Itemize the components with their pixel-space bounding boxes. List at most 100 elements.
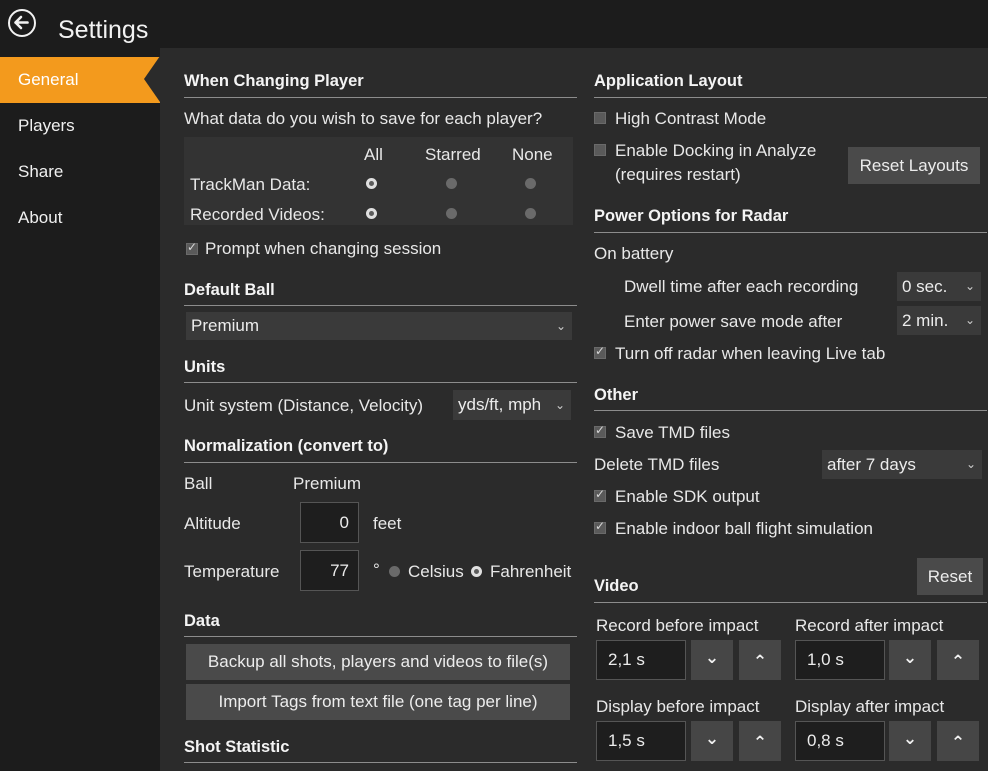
radio-celsius[interactable] — [389, 566, 400, 577]
sidebar-item-about[interactable]: About — [0, 195, 160, 241]
norm-ball-label: Ball — [184, 474, 213, 493]
sidebar-item-general[interactable]: General — [0, 57, 160, 103]
column-header-all: All — [364, 145, 383, 164]
prompt-session-checkbox[interactable] — [186, 240, 198, 255]
record-after-up-button[interactable]: ⌃ — [937, 640, 979, 680]
section-heading-shot-statistic: Shot Statistic — [184, 738, 290, 756]
chevron-down-icon: ⌄ — [964, 313, 975, 327]
turn-off-radar-label: Turn off radar when leaving Live tab — [615, 344, 886, 363]
settings-content: When Changing Player What data do you wi… — [144, 48, 988, 771]
fahrenheit-label: Fahrenheit — [490, 562, 572, 581]
import-tags-button[interactable]: Import Tags from text file (one tag per … — [186, 684, 570, 720]
radio-trackman-all[interactable] — [366, 178, 377, 189]
column-header-starred: Starred — [425, 145, 481, 164]
dwell-time-value: 0 sec. — [902, 277, 948, 296]
record-before-up-button[interactable]: ⌃ — [739, 640, 781, 680]
radio-videos-all[interactable] — [366, 208, 377, 219]
docking-label: Enable Docking in Analyze — [615, 141, 817, 160]
prompt-session-label: Prompt when changing session — [205, 239, 442, 258]
chevron-down-icon: ⌄ — [964, 279, 975, 293]
section-heading-other: Other — [594, 386, 639, 404]
divider — [184, 462, 577, 463]
altitude-label: Altitude — [184, 514, 241, 533]
dwell-time-label: Dwell time after each recording — [624, 277, 859, 296]
reset-button[interactable]: Reset — [917, 558, 983, 595]
row-label-trackman: TrackMan Data: — [190, 175, 311, 194]
turn-off-radar-checkbox[interactable] — [594, 344, 606, 359]
radio-videos-none[interactable] — [525, 208, 536, 219]
save-data-question: What data do you wish to save for each p… — [184, 109, 543, 128]
save-tmd-label: Save TMD files — [615, 423, 730, 442]
sidebar: General Players Share About — [0, 48, 160, 771]
display-before-down-button[interactable]: ⌄ — [691, 721, 733, 761]
docking-checkbox[interactable] — [594, 144, 606, 156]
display-after-label: Display after impact — [795, 697, 945, 716]
power-save-dropdown[interactable]: 2 min. ⌄ — [897, 306, 981, 335]
reset-layouts-button[interactable]: Reset Layouts — [848, 147, 980, 184]
unit-system-value: yds/ft, mph — [458, 395, 542, 414]
save-tmd-checkbox[interactable] — [594, 423, 606, 438]
section-heading-power: Power Options for Radar — [594, 207, 789, 225]
display-before-up-button[interactable]: ⌃ — [739, 721, 781, 761]
row-label-videos: Recorded Videos: — [190, 205, 325, 224]
temperature-input[interactable]: 77 — [300, 550, 359, 591]
divider — [184, 762, 577, 763]
record-after-value[interactable]: 1,0 s — [795, 640, 885, 680]
display-before-value[interactable]: 1,5 s — [596, 721, 686, 761]
display-before-label: Display before impact — [596, 697, 760, 716]
degree-symbol: ° — [373, 560, 380, 579]
section-heading-video: Video — [594, 577, 639, 595]
display-after-up-button[interactable]: ⌃ — [937, 721, 979, 761]
delete-tmd-label: Delete TMD files — [594, 455, 720, 474]
default-ball-dropdown[interactable]: Premium ⌄ — [186, 312, 572, 340]
docking-restart-note: (requires restart) — [615, 165, 741, 184]
section-heading-normalization: Normalization (convert to) — [184, 437, 389, 455]
record-after-label: Record after impact — [795, 616, 944, 635]
radio-trackman-none[interactable] — [525, 178, 536, 189]
radio-trackman-starred[interactable] — [446, 178, 457, 189]
title-bar: Settings — [0, 0, 988, 48]
back-arrow-icon[interactable] — [8, 9, 36, 37]
delete-tmd-dropdown[interactable]: after 7 days ⌄ — [822, 450, 982, 479]
sidebar-item-share[interactable]: Share — [0, 149, 160, 195]
active-indicator — [144, 56, 160, 102]
default-ball-value: Premium — [191, 316, 260, 335]
record-before-down-button[interactable]: ⌄ — [691, 640, 733, 680]
divider — [184, 636, 577, 637]
high-contrast-checkbox[interactable] — [594, 112, 606, 124]
display-after-down-button[interactable]: ⌄ — [889, 721, 931, 761]
sdk-output-checkbox[interactable] — [594, 487, 606, 502]
altitude-unit: feet — [373, 514, 402, 533]
column-header-none: None — [512, 145, 553, 164]
display-after-value[interactable]: 0,8 s — [795, 721, 885, 761]
high-contrast-label: High Contrast Mode — [615, 109, 767, 128]
altitude-input[interactable]: 0 — [300, 502, 359, 543]
divider — [594, 602, 987, 603]
chevron-down-icon: ⌄ — [554, 398, 565, 412]
temperature-label: Temperature — [184, 562, 280, 581]
save-data-options: All Starred None TrackMan Data: Recorded… — [184, 137, 573, 225]
radio-fahrenheit[interactable] — [471, 566, 482, 577]
chevron-down-icon: ⌄ — [555, 319, 566, 333]
record-after-down-button[interactable]: ⌄ — [889, 640, 931, 680]
divider — [184, 305, 577, 306]
delete-tmd-value: after 7 days — [827, 455, 916, 474]
norm-ball-value[interactable]: Premium — [293, 474, 361, 494]
record-before-label: Record before impact — [596, 616, 759, 635]
radio-videos-starred[interactable] — [446, 208, 457, 219]
sidebar-item-players[interactable]: Players — [0, 103, 160, 149]
record-before-value[interactable]: 2,1 s — [596, 640, 686, 680]
on-battery-label: On battery — [594, 244, 674, 263]
section-heading-changing-player: When Changing Player — [184, 72, 364, 90]
section-heading-data: Data — [184, 612, 220, 630]
backup-button[interactable]: Backup all shots, players and videos to … — [186, 644, 570, 680]
indoor-simulation-checkbox[interactable] — [594, 519, 606, 534]
dwell-time-dropdown[interactable]: 0 sec. ⌄ — [897, 272, 981, 301]
section-heading-app-layout: Application Layout — [594, 72, 743, 90]
divider — [594, 97, 987, 98]
page-title: Settings — [58, 16, 149, 44]
divider — [184, 382, 577, 383]
power-save-label: Enter power save mode after — [624, 312, 843, 331]
unit-system-dropdown[interactable]: yds/ft, mph ⌄ — [453, 390, 571, 420]
unit-system-label: Unit system (Distance, Velocity) — [184, 396, 424, 415]
